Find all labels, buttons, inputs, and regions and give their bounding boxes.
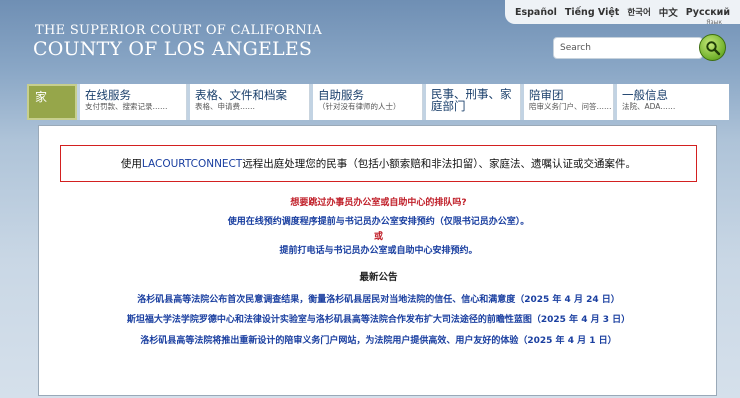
search-icon — [705, 40, 720, 55]
search-button[interactable] — [699, 34, 726, 61]
news-item[interactable]: 洛杉矶县高等法院公布首次民意调查结果，衡量洛杉矶县居民对当地法院的信任、信心和满… — [39, 292, 718, 305]
skip-line-question[interactable]: 想要跳过办事员办公室或自助中心的排队吗? — [39, 195, 718, 208]
tab-edge — [310, 84, 313, 120]
language-sub-label: Язык — [706, 19, 722, 26]
nav-tab-forms[interactable]: 表格、文件和档案 表格、申请费…… — [187, 84, 310, 120]
tab-edge — [187, 84, 190, 120]
nav-tab-home-label: 家 — [35, 90, 48, 104]
main-content: 使用LACOURTCONNECT远程出庭处理您的民事（包括小额索赔和非法扣留）、… — [38, 125, 717, 396]
nav-tab-divisions[interactable]: 民事、刑事、家庭部门 — [423, 84, 521, 120]
nav-tab-title: 一般信息 — [622, 88, 668, 102]
or-separator: 或 — [373, 232, 383, 242]
tab-edge — [614, 84, 617, 120]
nav-tab-subtitle: （针对没有律师的人士） — [318, 102, 401, 111]
lacourtconnect-alert: 使用LACOURTCONNECT远程出庭处理您的民事（包括小额索赔和非法扣留）、… — [60, 145, 697, 182]
lang-spanish[interactable]: Español — [515, 7, 557, 18]
alert-suffix: 远程出庭处理您的民事（包括小额索赔和非法扣留）、家庭法、遗嘱认证或交通案件。 — [242, 158, 637, 170]
news-item[interactable]: 斯坦福大学法学院罗德中心和法律设计实验室与洛杉矶县高等法院合作发布扩大司法途径的… — [39, 312, 718, 325]
lacourtconnect-link[interactable]: LACOURTCONNECT — [142, 158, 242, 170]
nav-tab-subtitle: 支付罚款、搜索记录…… — [85, 102, 168, 111]
tab-edge — [423, 84, 426, 120]
language-bar: Español Tiếng Việt 한국어 中文 Русский Язык — [505, 0, 740, 26]
nav-tab-subtitle: 表格、申请费…… — [195, 102, 255, 111]
alert-prefix: 使用 — [120, 158, 142, 170]
nav-tab-online-services[interactable]: 在线服务 支付罚款、搜索记录…… — [77, 84, 187, 120]
news-heading: 最新公告 — [359, 272, 398, 283]
nav-tab-home[interactable]: 家 — [27, 84, 77, 120]
lang-vietnamese[interactable]: Tiếng Việt — [565, 7, 619, 18]
nav-tab-subtitle: 陪审义务门户、问答…… — [529, 102, 612, 111]
court-name-line1[interactable]: THE SUPERIOR COURT OF CALIFORNIA — [35, 23, 322, 38]
nav-tab-subtitle: 法院、ADA…… — [622, 102, 676, 111]
tab-edge — [77, 84, 80, 120]
online-scheduler-link[interactable]: 使用在线预约调度程序提前与书记员办公室安排预约（仅限书记员办公室）。 — [39, 214, 718, 227]
nav-tab-title: 陪审团 — [529, 88, 564, 102]
search-input[interactable] — [553, 37, 703, 59]
main-nav: 家 在线服务 支付罚款、搜索记录…… 表格、文件和档案 表格、申请费…… 自助服… — [27, 84, 729, 120]
site-header: THE SUPERIOR COURT OF CALIFORNIA COUNTY … — [0, 0, 740, 84]
news-item[interactable]: 洛杉矶县高等法院将推出重新设计的陪审义务门户网站，为法院用户提供高效、用户友好的… — [39, 333, 718, 346]
nav-tab-title: 表格、文件和档案 — [195, 88, 287, 102]
nav-tab-title: 民事、刑事、家庭部门 — [431, 87, 512, 113]
call-ahead-link[interactable]: 提前打电话与书记员办公室或自助中心安排预约。 — [39, 243, 718, 256]
alert-text: 使用LACOURTCONNECT远程出庭处理您的民事（包括小额索赔和非法扣留）、… — [121, 156, 636, 171]
lang-chinese[interactable]: 中文 — [659, 5, 678, 19]
nav-tab-jury[interactable]: 陪审团 陪审义务门户、问答…… — [521, 84, 614, 120]
lang-korean[interactable]: 한국어 — [627, 6, 650, 18]
nav-tab-self-help[interactable]: 自助服务 （针对没有律师的人士） — [310, 84, 423, 120]
nav-tab-title: 自助服务 — [318, 88, 364, 102]
lang-russian[interactable]: Русский — [686, 7, 730, 18]
tab-edge — [521, 84, 524, 120]
court-name-line2[interactable]: COUNTY OF LOS ANGELES — [33, 38, 312, 60]
nav-tab-title: 在线服务 — [85, 88, 131, 102]
nav-tab-general-info[interactable]: 一般信息 法院、ADA…… — [614, 84, 729, 120]
search-box — [553, 34, 726, 61]
